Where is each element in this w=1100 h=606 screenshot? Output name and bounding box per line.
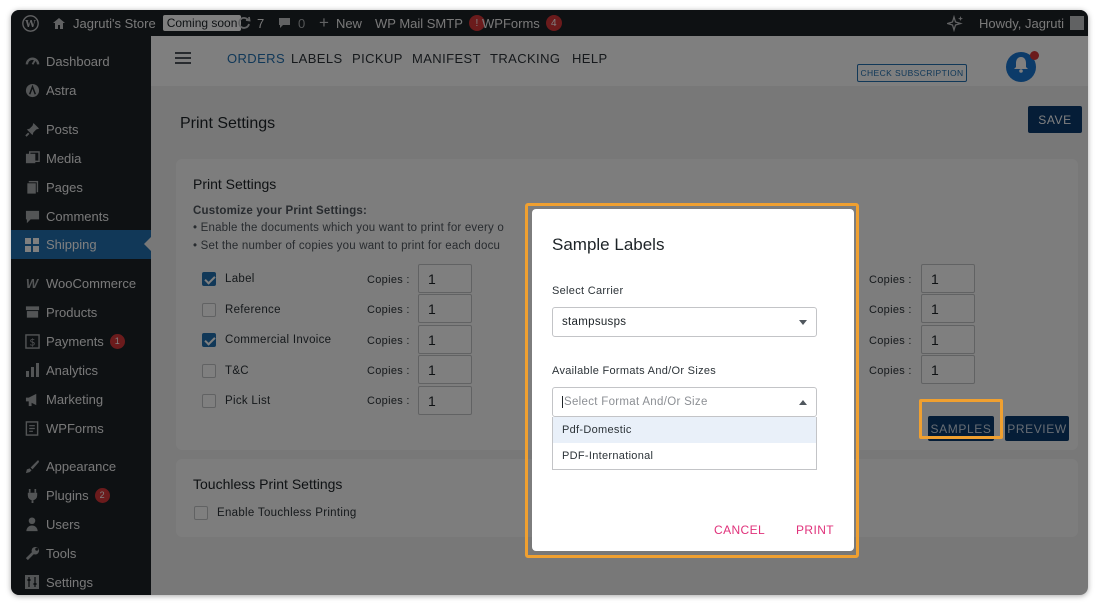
- cancel-button[interactable]: CANCEL: [714, 523, 765, 537]
- formats-label: Available Formats And/Or Sizes: [552, 365, 717, 377]
- carrier-select-value: stampsusps: [562, 316, 627, 328]
- format-select[interactable]: Select Format And/Or Size: [552, 387, 817, 417]
- carrier-select[interactable]: stampsusps: [552, 307, 817, 337]
- text-cursor: [562, 396, 563, 408]
- sample-labels-dialog: Sample Labels Select Carrier stampsusps …: [532, 209, 854, 551]
- samples-button-highlight: [919, 399, 1003, 439]
- format-select-placeholder: Select Format And/Or Size: [564, 396, 708, 408]
- chevron-down-icon: [799, 320, 807, 325]
- option-pdf-domestic[interactable]: Pdf-Domestic: [553, 417, 816, 443]
- option-pdf-international[interactable]: PDF-International: [553, 443, 816, 469]
- browser-frame: W Jagruti's Store Coming soon 7 0 + New …: [11, 10, 1088, 595]
- format-options-list: Pdf-Domestic PDF-International: [552, 417, 817, 470]
- print-button[interactable]: PRINT: [796, 523, 834, 537]
- dialog-title: Sample Labels: [552, 235, 665, 254]
- chevron-up-icon: [799, 400, 807, 405]
- carrier-label: Select Carrier: [552, 285, 624, 297]
